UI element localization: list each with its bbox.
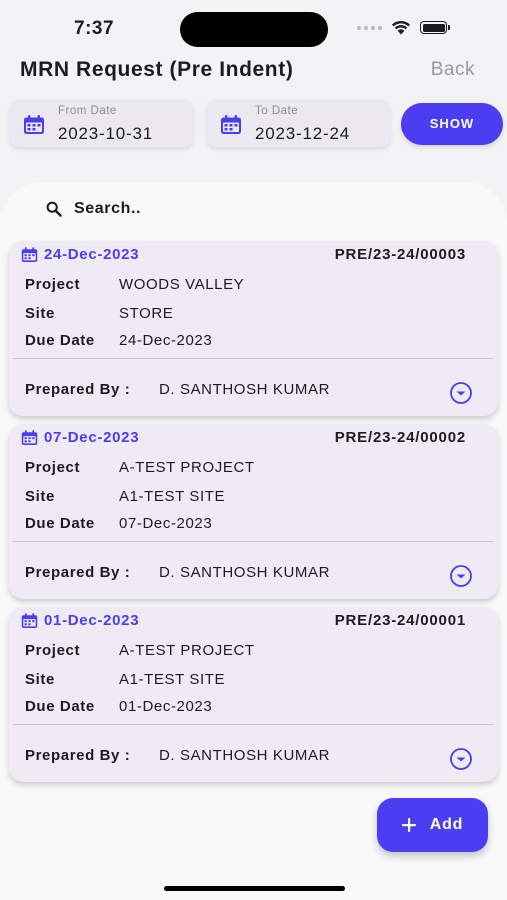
project-label: Project	[25, 459, 81, 476]
card-reference: PRE/23-24/00003	[334, 246, 466, 263]
search-icon	[46, 201, 62, 217]
calendar-icon	[21, 429, 38, 445]
record-card[interactable]: 01-Dec-2023 PRE/23-24/00001 Project A-TES…	[9, 607, 498, 782]
status-icons	[357, 20, 450, 35]
site-row: Site STORE	[25, 305, 173, 322]
site-label: Site	[25, 488, 55, 505]
project-row: Project A-TEST PROJECT	[25, 642, 255, 659]
site-row: Site A1-TEST SITE	[25, 488, 225, 505]
project-row: Project WOODS VALLEY	[25, 276, 244, 293]
site-value: A1-TEST SITE	[119, 671, 226, 688]
show-button[interactable]: SHOW	[401, 102, 503, 145]
due-date-row: Due Date 07-Dec-2023	[25, 515, 212, 532]
card-reference: PRE/23-24/00001	[334, 612, 466, 629]
from-date-label: From Date	[58, 105, 117, 117]
site-value: A1-TEST SITE	[119, 488, 226, 505]
due-date-row: Due Date 01-Dec-2023	[25, 698, 212, 715]
prepared-by-value: D. SANTHOSH KUMAR	[159, 381, 331, 398]
prepared-by-label: Prepared By :	[25, 381, 131, 398]
prepared-by-value: D. SANTHOSH KUMAR	[159, 564, 331, 581]
plus-icon	[401, 818, 416, 832]
project-value: A-TEST PROJECT	[119, 642, 255, 659]
chevron-down-circle-icon[interactable]	[449, 381, 473, 405]
due-date-row: Due Date 24-Dec-2023	[25, 332, 212, 349]
prepared-by-row: Prepared By : D. SANTHOSH KUMAR	[25, 747, 330, 764]
project-row: Project A-TEST PROJECT	[25, 459, 255, 476]
card-reference: PRE/23-24/00002	[334, 429, 466, 446]
record-card[interactable]: 07-Dec-2023 PRE/23-24/00002 Project A-TES…	[9, 424, 498, 599]
card-date-text: 07-Dec-2023	[44, 429, 140, 446]
home-indicator[interactable]	[164, 886, 345, 891]
chevron-down-circle-icon[interactable]	[449, 747, 473, 771]
due-date-value: 01-Dec-2023	[119, 698, 213, 715]
card-date: 01-Dec-2023	[21, 612, 139, 629]
due-date-label: Due Date	[25, 515, 95, 532]
from-date-value[interactable]: 2023-10-31	[58, 124, 153, 144]
prepared-by-value: D. SANTHOSH KUMAR	[159, 747, 331, 764]
card-divider	[13, 541, 494, 542]
dynamic-island	[180, 12, 328, 47]
site-label: Site	[25, 671, 55, 688]
card-divider	[13, 358, 494, 359]
header: MRN Request (Pre Indent) Back	[20, 56, 475, 84]
to-date-value[interactable]: 2023-12-24	[255, 124, 350, 144]
status-time: 7:37	[74, 18, 115, 39]
screen: 7:37 MRN Request (Pre Indent) Back From …	[0, 0, 507, 900]
page-title: MRN Request (Pre Indent)	[20, 58, 294, 81]
card-date: 07-Dec-2023	[21, 429, 139, 446]
card-date: 24-Dec-2023	[21, 246, 139, 263]
chevron-down-circle-icon[interactable]	[449, 564, 473, 588]
prepared-by-row: Prepared By : D. SANTHOSH KUMAR	[25, 381, 330, 398]
prepared-by-label: Prepared By :	[25, 747, 131, 764]
site-row: Site A1-TEST SITE	[25, 671, 225, 688]
site-value: STORE	[119, 305, 174, 322]
add-label: Add	[429, 816, 464, 833]
calendar-icon	[21, 246, 38, 262]
due-date-label: Due Date	[25, 332, 95, 349]
to-date-field[interactable]: To Date 2023-12-24	[207, 100, 390, 147]
due-date-value: 07-Dec-2023	[119, 515, 213, 532]
battery-icon	[420, 21, 450, 34]
project-label: Project	[25, 642, 81, 659]
project-label: Project	[25, 276, 81, 293]
prepared-by-row: Prepared By : D. SANTHOSH KUMAR	[25, 564, 330, 581]
status-bar: 7:37	[0, 0, 507, 52]
search-bar[interactable]: Search..	[46, 200, 141, 218]
due-date-value: 24-Dec-2023	[119, 332, 213, 349]
add-button[interactable]: Add	[377, 798, 488, 852]
due-date-label: Due Date	[25, 698, 95, 715]
record-card[interactable]: 24-Dec-2023 PRE/23-24/00003 Project WOODS…	[9, 241, 498, 416]
card-date-text: 24-Dec-2023	[44, 246, 140, 263]
calendar-icon	[24, 115, 44, 134]
signal-icon	[357, 25, 382, 30]
to-date-label: To Date	[255, 105, 299, 117]
card-date-text: 01-Dec-2023	[44, 612, 140, 629]
search-input[interactable]: Search..	[74, 200, 141, 218]
project-value: WOODS VALLEY	[119, 276, 245, 293]
calendar-icon	[21, 612, 38, 628]
card-divider	[13, 724, 494, 725]
site-label: Site	[25, 305, 55, 322]
prepared-by-label: Prepared By :	[25, 564, 131, 581]
calendar-icon	[221, 115, 241, 134]
project-value: A-TEST PROJECT	[119, 459, 255, 476]
wifi-icon	[392, 20, 410, 35]
date-filter-bar: From Date 2023-10-31 To Date 2023-12-24 …	[10, 100, 503, 147]
back-button[interactable]: Back	[431, 59, 475, 81]
from-date-field[interactable]: From Date 2023-10-31	[10, 100, 193, 147]
